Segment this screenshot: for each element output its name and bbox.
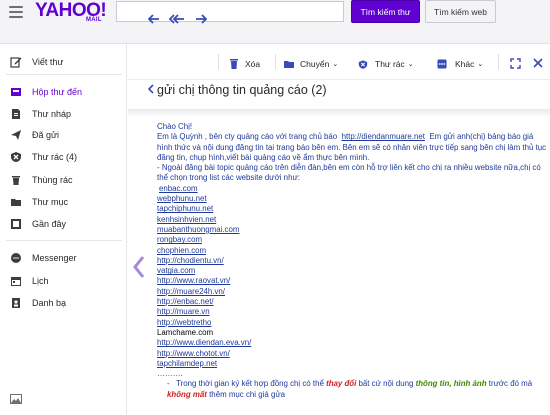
sidebar-item-label: Messenger bbox=[32, 253, 77, 263]
sidebar-item-label: Lịch bbox=[32, 276, 49, 286]
sidebar-item-label: Danh bạ bbox=[32, 298, 67, 308]
drafts-icon bbox=[10, 108, 22, 120]
sidebar-item-label: Đã gửi bbox=[32, 130, 60, 140]
sidebar-item-label: Thư nháp bbox=[32, 109, 72, 119]
site-link[interactable]: chophien.com bbox=[157, 246, 206, 255]
sidebar-item-label: Thư rác (4) bbox=[32, 152, 78, 162]
sidebar-item-recent[interactable]: Gần đây bbox=[0, 214, 126, 234]
sidebar-item-drafts[interactable]: Thư nháp bbox=[0, 104, 126, 124]
sidebar-item-trash[interactable]: Thùng rác bbox=[0, 170, 126, 190]
intro-paragraph: Em là Quỳnh , bên cty quảng cáo với tran… bbox=[157, 132, 547, 162]
move-label: Chuyển bbox=[300, 59, 330, 69]
move-button[interactable]: Chuyển ⌄ bbox=[283, 56, 338, 72]
sidebar-item-contacts[interactable]: Danh bạ bbox=[0, 293, 126, 313]
intro-link[interactable]: http://diendanmuare.net bbox=[342, 132, 425, 141]
messenger-icon bbox=[10, 252, 22, 264]
spam-label: Thư rác bbox=[375, 59, 405, 69]
intro-paragraph-2: - Ngoài đăng bài topic quảng cáo trên di… bbox=[157, 163, 541, 183]
collapse-sidebar-icon[interactable] bbox=[131, 255, 147, 279]
sidebar-item-label: Thùng rác bbox=[32, 175, 73, 185]
spam-shield-icon bbox=[358, 59, 368, 69]
sidebar-item-label: Hộp thư đến bbox=[32, 87, 83, 97]
site-link[interactable]: vatgia.com bbox=[157, 266, 195, 275]
spam-icon bbox=[10, 151, 22, 163]
sidebar-divider bbox=[6, 74, 122, 75]
message-subject: gửi chị thông tin quảng cáo (2) bbox=[157, 83, 327, 97]
more-icon bbox=[437, 59, 447, 69]
search-web-button[interactable]: Tìm kiếm web bbox=[425, 0, 496, 23]
site-link[interactable]: http://chodientu.vn/ bbox=[157, 256, 224, 265]
compose-button[interactable]: Viết thư bbox=[0, 52, 126, 72]
sidebar-item-label: Thư mục bbox=[32, 197, 69, 207]
toolbar-divider bbox=[275, 54, 276, 70]
sidebar-item-folders[interactable]: Thư mục bbox=[0, 192, 126, 212]
calendar-icon bbox=[10, 275, 22, 287]
search-mail-button[interactable]: Tìm kiếm thư bbox=[351, 0, 420, 23]
more-button[interactable]: Khác ⌄ bbox=[437, 56, 483, 72]
reply-icon[interactable] bbox=[148, 11, 160, 27]
sidebar-item-sent[interactable]: Đã gửi bbox=[0, 125, 126, 145]
site-link[interactable]: kenhsinhvien.net bbox=[157, 215, 216, 224]
top-bar: YAHOO! MAIL Tìm kiếm thư Tìm kiếm web bbox=[0, 0, 550, 44]
image-icon[interactable] bbox=[10, 394, 22, 404]
move-folder-icon bbox=[284, 61, 294, 68]
chevron-down-icon: ⌄ bbox=[332, 61, 339, 68]
more-label: Khác bbox=[455, 59, 475, 69]
chevron-down-icon: ⌄ bbox=[407, 61, 414, 68]
delete-label: Xóa bbox=[245, 59, 261, 69]
spam-button[interactable]: Thư rác ⌄ bbox=[358, 56, 414, 72]
subject-divider bbox=[128, 109, 550, 117]
chevron-down-icon: ⌄ bbox=[477, 61, 484, 68]
greeting: Chào Chị! bbox=[157, 122, 193, 131]
site-link[interactable]: enbac.com bbox=[159, 184, 198, 193]
toolbar-divider bbox=[218, 54, 219, 70]
footer-paragraph: - Trong thời gian ký kết hợp đồng chị có… bbox=[167, 379, 533, 399]
toolbar-divider bbox=[498, 54, 499, 70]
recent-icon bbox=[10, 218, 22, 230]
site-link[interactable]: http://enbac.net/ bbox=[157, 297, 214, 306]
inbox-icon bbox=[10, 86, 22, 98]
forward-icon[interactable] bbox=[195, 11, 207, 27]
compose-icon bbox=[10, 56, 22, 68]
message-toolbar bbox=[128, 44, 550, 80]
message-body: Chào Chị! Em là Quỳnh , bên cty quảng cá… bbox=[157, 122, 547, 415]
site-link[interactable]: rongbay.com bbox=[157, 235, 202, 244]
sidebar-item-messenger[interactable]: Messenger bbox=[0, 248, 126, 268]
delete-button[interactable]: Xóa bbox=[229, 56, 260, 72]
reply-all-icon[interactable] bbox=[169, 11, 185, 27]
sidebar-item-calendar[interactable]: Lịch bbox=[0, 271, 126, 291]
site-link[interactable]: webphunu.net bbox=[157, 194, 207, 203]
site-link[interactable]: tapchilamdep.net bbox=[157, 359, 217, 368]
site-link[interactable]: http://www.diendan.eva.vn/ bbox=[157, 338, 251, 347]
mail-logo-sub: MAIL bbox=[86, 17, 102, 23]
site-link[interactable]: http://www.chotot.vn/ bbox=[157, 349, 230, 358]
site-link[interactable]: muabanthuongmai.com bbox=[157, 225, 239, 234]
contacts-icon bbox=[10, 297, 22, 309]
menu-icon[interactable] bbox=[9, 6, 23, 18]
sidebar-divider bbox=[6, 240, 122, 241]
sidebar-item-label: Gần đây bbox=[32, 219, 67, 229]
subject-bar: gửi chị thông tin quảng cáo (2) bbox=[140, 80, 550, 110]
sent-icon bbox=[10, 129, 22, 141]
compose-label: Viết thư bbox=[32, 57, 64, 67]
site-link[interactable]: http://muare24h.vn/ bbox=[157, 287, 225, 296]
sidebar-item-inbox[interactable]: Hộp thư đến bbox=[0, 82, 126, 102]
sidebar-item-spam[interactable]: Thư rác (4) bbox=[0, 147, 126, 167]
trash-icon bbox=[10, 174, 22, 186]
ellipsis: ………. bbox=[157, 369, 183, 379]
site-link[interactable]: tapchiphunu.net bbox=[157, 204, 213, 213]
folder-icon bbox=[10, 196, 22, 208]
site-link[interactable]: http://muare.vn bbox=[157, 307, 210, 316]
plain-site: Lamchame.com bbox=[157, 327, 214, 337]
delete-icon bbox=[230, 59, 238, 69]
site-link[interactable]: http://webtretho bbox=[157, 318, 211, 327]
site-link[interactable]: http://www.raovat.vn/ bbox=[157, 276, 230, 285]
close-icon[interactable] bbox=[533, 55, 543, 71]
fullscreen-icon[interactable] bbox=[510, 55, 521, 71]
